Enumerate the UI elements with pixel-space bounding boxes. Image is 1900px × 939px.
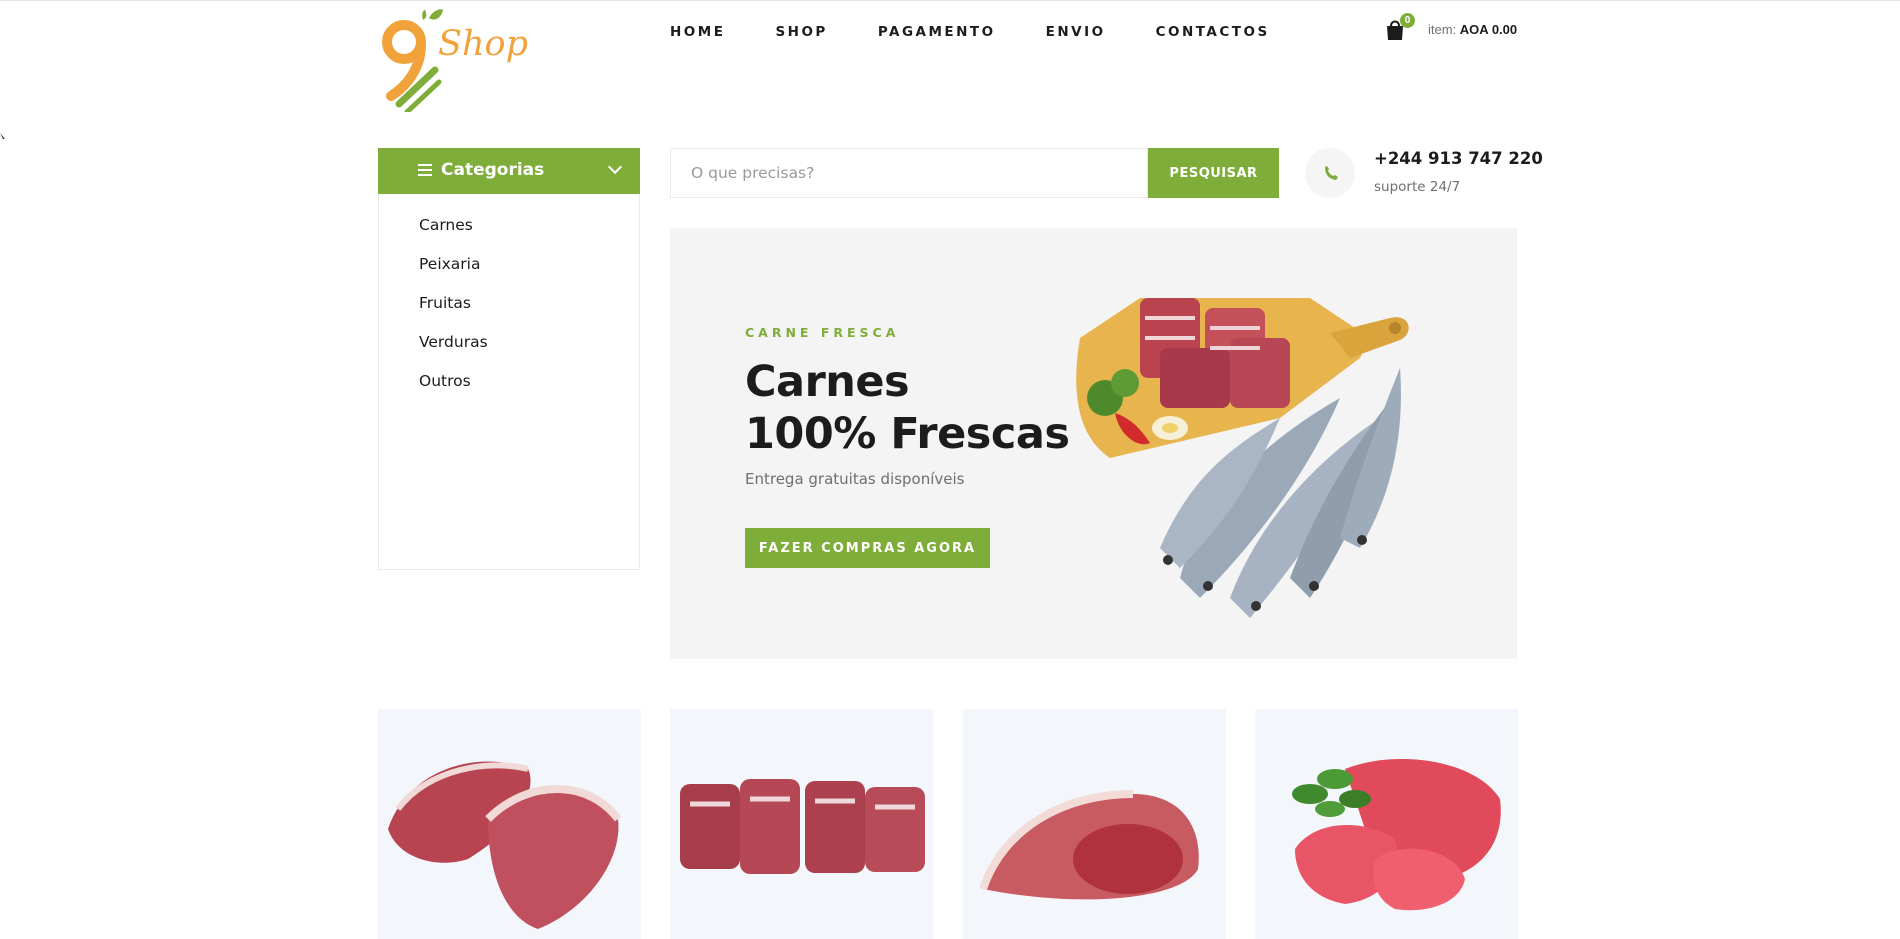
menu-icon bbox=[418, 164, 432, 176]
nav-pagamento[interactable]: PAGAMENTO bbox=[878, 24, 996, 40]
cart-total: AOA 0.00 bbox=[1459, 22, 1518, 37]
hero-title-line1: Carnes bbox=[745, 357, 910, 407]
hero-subtitle: Entrega gratuitas disponíveis bbox=[745, 470, 965, 488]
categories-title: Categorias bbox=[441, 160, 545, 180]
cart-count-badge: 0 bbox=[1400, 13, 1415, 28]
category-tile-3[interactable] bbox=[963, 709, 1226, 939]
categories-panel: Carnes Peixaria Fruitas Verduras Outros bbox=[378, 194, 640, 570]
search-button[interactable]: PESQUISAR bbox=[1148, 148, 1279, 198]
nav-shop[interactable]: SHOP bbox=[775, 24, 827, 40]
phone-icon-circle bbox=[1305, 148, 1355, 198]
cart-label: item: bbox=[1428, 22, 1457, 37]
phone-number[interactable]: +244 913 747 220 bbox=[1374, 149, 1543, 168]
chevron-down-icon bbox=[607, 159, 623, 175]
category-tile-1[interactable] bbox=[378, 709, 641, 939]
search-input[interactable] bbox=[671, 149, 1147, 197]
category-item-carnes[interactable]: Carnes bbox=[419, 216, 473, 234]
category-tile-2[interactable] bbox=[670, 709, 933, 939]
category-item-fruitas[interactable]: Fruitas bbox=[419, 294, 471, 312]
ribs-image bbox=[680, 779, 925, 874]
hero-kicker: CARNE FRESCA bbox=[745, 325, 900, 340]
logo-text[interactable]: Shop bbox=[438, 24, 528, 64]
shop-now-button[interactable]: FAZER COMPRAS AGORA bbox=[745, 528, 990, 568]
main-nav: HOME SHOP PAGAMENTO ENVIO CONTACTOS bbox=[670, 24, 1270, 40]
category-item-outros[interactable]: Outros bbox=[419, 372, 471, 390]
phone-icon bbox=[1325, 166, 1338, 180]
nav-home[interactable]: HOME bbox=[670, 24, 725, 40]
cart-summary[interactable]: item: AOA 0.00 bbox=[1428, 22, 1517, 37]
beef-cut-image bbox=[979, 790, 1199, 900]
category-item-peixaria[interactable]: Peixaria bbox=[419, 255, 481, 273]
meat-fish-board-image bbox=[1076, 298, 1409, 618]
hero-title: Carnes 100% Frescas bbox=[745, 356, 1070, 460]
nav-envio[interactable]: ENVIO bbox=[1046, 24, 1106, 40]
category-tile-4[interactable] bbox=[1255, 709, 1518, 939]
fresh-meat-herbs-image bbox=[1292, 759, 1501, 911]
hero-title-line2: 100% Frescas bbox=[745, 409, 1070, 459]
search-box bbox=[670, 148, 1148, 198]
cursor-icon bbox=[0, 133, 5, 139]
nav-contactos[interactable]: CONTACTOS bbox=[1156, 24, 1270, 40]
top-border bbox=[0, 0, 1900, 1]
hero-banner: CARNE FRESCA Carnes 100% Frescas Entrega… bbox=[670, 228, 1517, 659]
steak-image bbox=[388, 761, 622, 929]
category-item-verduras[interactable]: Verduras bbox=[419, 333, 488, 351]
support-hours: suporte 24/7 bbox=[1374, 179, 1461, 195]
categories-toggle[interactable]: Categorias bbox=[378, 148, 640, 194]
